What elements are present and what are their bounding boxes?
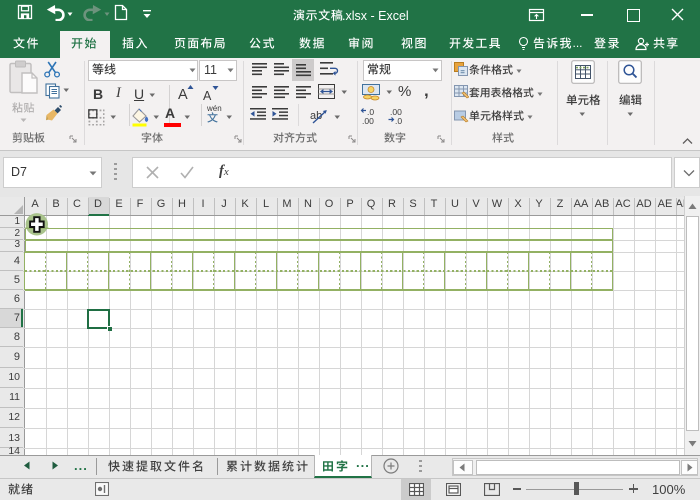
svg-text:.0: .0 [395,116,402,126]
svg-text:.00: .00 [362,116,374,126]
svg-text:=: = [460,67,465,76]
